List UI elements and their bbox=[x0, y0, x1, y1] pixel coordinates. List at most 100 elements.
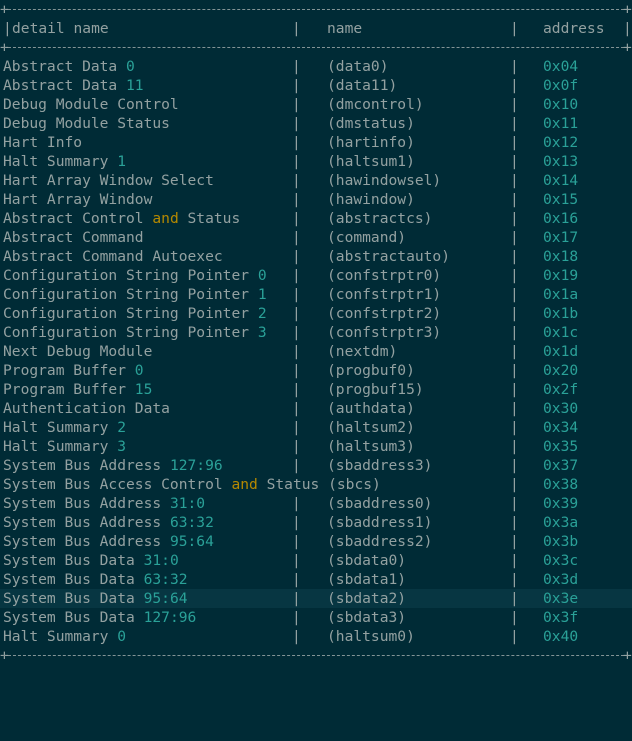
table-header: | detail name | name | address | bbox=[0, 19, 632, 38]
border-corner: + bbox=[623, 39, 632, 56]
table-row: System Bus Access Control and Status (sb… bbox=[0, 475, 632, 494]
table-row: Halt Summary 1 | (haltsum1) | 0x13 bbox=[0, 152, 632, 171]
address-cell: 0x19 bbox=[543, 267, 579, 284]
column-separator: | bbox=[510, 362, 519, 379]
detail-number: 0 bbox=[117, 628, 127, 645]
detail-name-cell: Abstract Control and Status bbox=[3, 209, 240, 228]
column-separator: | bbox=[510, 172, 519, 189]
detail-text: Debug Module Status bbox=[3, 115, 170, 132]
address-cell: 0x17 bbox=[543, 229, 579, 246]
detail-name-cell: Configuration String Pointer 2 bbox=[3, 304, 267, 323]
detail-name-cell: System Bus Address 63:32 bbox=[3, 513, 214, 532]
column-separator: | bbox=[510, 381, 519, 398]
register-name-cell: (dmcontrol) bbox=[327, 96, 424, 113]
address-cell: 0x30 bbox=[543, 400, 579, 417]
register-name-cell: (haltsum1) bbox=[327, 153, 415, 170]
detail-number: 0 bbox=[126, 58, 135, 75]
column-separator: | bbox=[292, 134, 301, 151]
detail-number: 31:0 bbox=[169, 495, 206, 512]
detail-number: 2 bbox=[257, 305, 267, 322]
detail-number: 0 bbox=[257, 267, 267, 284]
register-name-cell: (sbaddress3) bbox=[327, 457, 433, 474]
border-dashes bbox=[3, 9, 629, 10]
register-name-cell: (haltsum2) bbox=[327, 419, 415, 436]
detail-number: 31:0 bbox=[143, 552, 179, 569]
detail-name-cell: Halt Summary 1 bbox=[3, 152, 126, 171]
detail-text: Abstract Control bbox=[3, 210, 153, 227]
detail-text: Configuration String Pointer bbox=[3, 305, 258, 322]
detail-name-cell: Hart Info bbox=[3, 133, 82, 152]
column-separator: | bbox=[292, 628, 301, 645]
detail-number: 3 bbox=[117, 438, 127, 455]
address-cell: 0x11 bbox=[543, 115, 579, 132]
table-row: Halt Summary 0 | (haltsum0) | 0x40 bbox=[0, 627, 632, 646]
table-row: Debug Module Status | (dmstatus) | 0x11 bbox=[0, 114, 632, 133]
column-separator: | bbox=[510, 457, 519, 474]
register-name-cell: (sbdata1) bbox=[327, 571, 407, 588]
column-separator: | bbox=[510, 96, 519, 113]
table-row: Hart Info | (hartinfo) | 0x12 bbox=[0, 133, 632, 152]
detail-keyword: and bbox=[152, 210, 179, 227]
register-name-cell: (hartinfo) bbox=[327, 134, 415, 151]
column-separator: | bbox=[510, 229, 519, 246]
detail-text: Hart Array Window Select bbox=[3, 172, 214, 189]
detail-text: Abstract Data bbox=[3, 77, 127, 94]
column-separator: | bbox=[292, 590, 301, 607]
register-name-cell: (progbuf0) bbox=[327, 362, 415, 379]
column-separator: | bbox=[510, 514, 519, 531]
address-cell: 0x3a bbox=[543, 514, 579, 531]
table-row: Configuration String Pointer 3 | (confstrp… bbox=[0, 323, 632, 342]
detail-name-cell: System Bus Address 127:96 bbox=[3, 456, 223, 475]
address-cell: 0x38 bbox=[543, 476, 579, 493]
detail-text: Halt Summary bbox=[3, 628, 118, 645]
address-cell: 0x3e bbox=[543, 590, 579, 607]
detail-text: Abstract Command bbox=[3, 229, 144, 246]
column-separator: | bbox=[510, 590, 519, 607]
detail-name-cell: Abstract Command Autoexec bbox=[3, 247, 223, 266]
border-dashes bbox=[3, 47, 629, 48]
address-cell: 0x0f bbox=[543, 77, 579, 94]
detail-text: System Bus Address bbox=[3, 533, 170, 550]
detail-name-cell: Hart Array Window Select bbox=[3, 171, 214, 190]
column-separator: | bbox=[510, 248, 519, 265]
column-separator: | bbox=[510, 324, 519, 341]
address-cell: 0x1b bbox=[543, 305, 579, 322]
address-cell: 0x20 bbox=[543, 362, 579, 379]
detail-number: 3 bbox=[257, 324, 267, 341]
column-separator: | bbox=[292, 229, 301, 246]
address-cell: 0x15 bbox=[543, 191, 579, 208]
table-row: System Bus Data 31:0 | (sbdata0) | 0x3c bbox=[0, 551, 632, 570]
header-separator: | bbox=[510, 20, 519, 37]
column-separator: | bbox=[510, 609, 519, 626]
detail-text: Program Buffer bbox=[3, 381, 135, 398]
detail-name-cell: Debug Module Status bbox=[3, 114, 170, 133]
register-name-cell: (sbaddress0) bbox=[327, 495, 433, 512]
column-separator: | bbox=[292, 172, 301, 189]
detail-name-cell: System Bus Access Control and Status (sb… bbox=[3, 475, 381, 494]
register-name-cell: (sbdata2) bbox=[327, 590, 407, 607]
detail-text: System Bus Access Control bbox=[3, 476, 232, 493]
table-row: Configuration String Pointer 0 | (confstrp… bbox=[0, 266, 632, 285]
column-separator: | bbox=[292, 457, 301, 474]
header-separator: | bbox=[623, 20, 632, 37]
detail-name-cell: System Bus Address 95:64 bbox=[3, 532, 214, 551]
detail-number: 63:32 bbox=[143, 571, 188, 588]
detail-number: 0 bbox=[134, 362, 144, 379]
register-name-cell: (confstrptr1) bbox=[327, 286, 442, 303]
column-separator: | bbox=[292, 248, 301, 265]
detail-text: Halt Summary bbox=[3, 153, 118, 170]
detail-name-cell: Halt Summary 2 bbox=[3, 418, 126, 437]
address-cell: 0x10 bbox=[543, 96, 579, 113]
detail-text: Abstract Data bbox=[3, 58, 127, 75]
detail-number: 63:32 bbox=[169, 514, 214, 531]
column-separator: | bbox=[292, 305, 301, 322]
register-name-cell: (command) bbox=[327, 229, 407, 246]
detail-name-cell: Configuration String Pointer 0 bbox=[3, 266, 267, 285]
detail-text: System Bus Data bbox=[3, 571, 144, 588]
table-row: System Bus Data 95:64 | (sbdata2) | 0x3e bbox=[0, 589, 632, 608]
detail-text: Debug Module Control bbox=[3, 96, 179, 113]
column-separator: | bbox=[292, 115, 301, 132]
detail-text: Status (sbcs) bbox=[257, 476, 381, 493]
column-separator: | bbox=[292, 571, 301, 588]
header-address: address bbox=[543, 20, 605, 37]
